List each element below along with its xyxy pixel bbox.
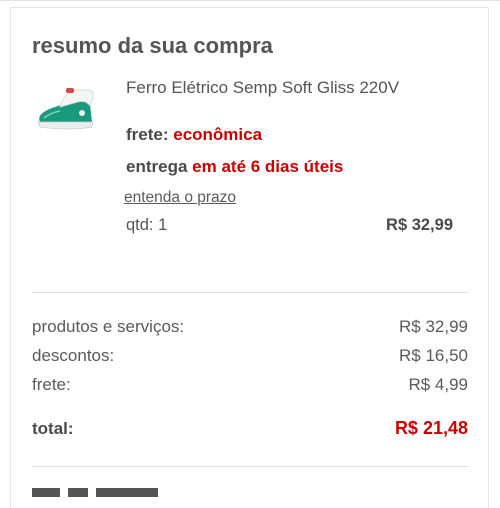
delivery-estimate: entrega em até 6 dias úteis <box>126 157 343 177</box>
freight-value: R$ 4,99 <box>408 375 468 394</box>
quantity-label: qtd: 1 <box>126 216 168 234</box>
total-label: total: <box>32 419 74 438</box>
steam-iron-icon <box>37 88 94 130</box>
item-price: R$ 32,99 <box>386 216 453 234</box>
shipping-method: frete: econômica <box>126 125 262 145</box>
summary-title: resumo da sua compra <box>32 33 273 58</box>
freight-label: frete: <box>32 375 71 394</box>
section-divider <box>32 466 469 467</box>
discounts-value: R$ 16,50 <box>399 346 468 365</box>
shipping-value: econômica <box>173 125 263 144</box>
top-border <box>0 0 500 1</box>
total-value: R$ 21,48 <box>394 418 468 438</box>
understand-deadline-link[interactable]: entenda o prazo <box>124 189 236 207</box>
discounts-label: descontos: <box>32 346 115 365</box>
delivery-label: entrega <box>126 157 188 176</box>
section-divider <box>32 292 469 293</box>
delivery-value: em até 6 dias úteis <box>192 157 344 176</box>
product-name[interactable]: Ferro Elétrico Semp Soft Gliss 220V <box>126 78 399 98</box>
products-services-label: produtos e serviços: <box>32 317 185 336</box>
shipping-label: frete: <box>126 125 169 144</box>
products-services-value: R$ 32,99 <box>399 317 468 336</box>
clipped-next-section-heading <box>32 488 232 497</box>
